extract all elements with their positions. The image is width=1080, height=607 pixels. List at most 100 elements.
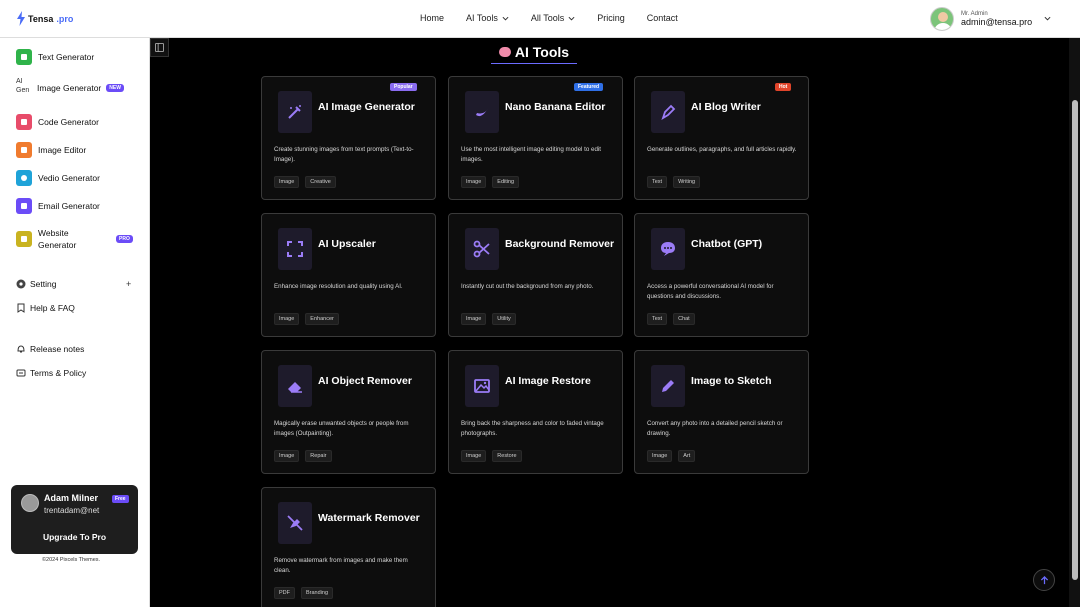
tool-card-ai-image-generator[interactable]: Popular AI Image Generator Create stunni… bbox=[261, 76, 436, 200]
sidebar-item-label: Image Generator bbox=[37, 83, 102, 93]
sidebar-item-image-generator[interactable]: AI Gen Image Generator NEW bbox=[16, 77, 124, 99]
tag: Image bbox=[461, 450, 487, 462]
upgrade-button[interactable]: Upgrade To Pro bbox=[11, 532, 138, 542]
new-badge: NEW bbox=[106, 84, 124, 92]
no-stamp-icon bbox=[278, 502, 312, 544]
nav-contact[interactable]: Contact bbox=[647, 13, 678, 23]
bolt-icon bbox=[17, 11, 25, 26]
card-title: Watermark Remover bbox=[318, 512, 420, 524]
tool-card-nano-banana-editor[interactable]: Featured Nano Banana Editor Use the most… bbox=[448, 76, 623, 200]
card-title: AI Blog Writer bbox=[691, 101, 761, 113]
nav-pricing[interactable]: Pricing bbox=[597, 13, 625, 23]
card-description: Generate outlines, paragraphs, and full … bbox=[647, 146, 797, 153]
arrow-up-icon bbox=[1040, 575, 1048, 584]
bell-icon bbox=[17, 345, 25, 353]
sidebar-item-label: Terms & Policy bbox=[30, 368, 87, 378]
website-icon bbox=[16, 231, 32, 247]
card-description: Remove watermark from images and make th… bbox=[274, 557, 408, 574]
sidebar-item-email-generator[interactable]: Email Generator bbox=[16, 198, 100, 214]
tag: Restore bbox=[492, 450, 522, 462]
tool-card-ai-object-remover[interactable]: AI Object Remover Magically erase unwant… bbox=[261, 350, 436, 474]
tag: Image bbox=[461, 313, 487, 325]
broken-image-icon: AI Gen bbox=[16, 78, 30, 94]
tag: Creative bbox=[305, 176, 336, 188]
sidebar-item-website-generator[interactable]: Website Generator PRO bbox=[16, 227, 146, 251]
sidebar-item-release-notes[interactable]: Release notes bbox=[16, 344, 84, 354]
card-title: Image to Sketch bbox=[691, 375, 772, 387]
chevron-down-icon bbox=[502, 16, 509, 21]
tool-card-ai-image-restore[interactable]: AI Image Restore Bring back the sharpnes… bbox=[448, 350, 623, 474]
nav-contact-label: Contact bbox=[646, 13, 678, 23]
tool-card-chatbot[interactable]: Chatbot (GPT) Access a powerful conversa… bbox=[634, 213, 809, 337]
sidebar-item-text-generator[interactable]: Text Generator bbox=[16, 49, 94, 65]
brand-suffix: .pro bbox=[56, 13, 74, 24]
sidebar-item-setting[interactable]: Setting bbox=[16, 279, 56, 289]
nav-all-tools-label: All Tools bbox=[530, 13, 565, 23]
tool-card-image-to-sketch[interactable]: Image to Sketch Convert any photo into a… bbox=[634, 350, 809, 474]
sidebar-item-label: Release notes bbox=[30, 344, 85, 354]
document-icon bbox=[16, 49, 32, 65]
tag: PDF bbox=[274, 587, 295, 599]
policy-icon bbox=[16, 369, 26, 377]
card-title: AI Image Restore bbox=[505, 375, 591, 387]
main-nav: Home AI Tools All Tools Pricing Contact bbox=[420, 13, 700, 23]
plan-badge: Free bbox=[112, 495, 129, 503]
sidebar-collapse-button[interactable] bbox=[150, 38, 169, 57]
chat-icon bbox=[651, 228, 685, 270]
sidebar-item-terms[interactable]: Terms & Policy bbox=[16, 368, 86, 378]
sidebar-item-label: Setting bbox=[30, 279, 57, 289]
top-bar: Tensa .pro Home AI Tools All Tools Pricin… bbox=[0, 0, 1080, 38]
scissors-icon bbox=[465, 228, 499, 270]
nav-home[interactable]: Home bbox=[420, 13, 444, 23]
tool-card-ai-upscaler[interactable]: AI Upscaler Enhance image resolution and… bbox=[261, 213, 436, 337]
card-title: AI Upscaler bbox=[318, 238, 376, 250]
sidebar-item-image-editor[interactable]: Image Editor bbox=[16, 142, 86, 158]
sidebar-item-label: Help & FAQ bbox=[30, 303, 75, 313]
tag: Image bbox=[647, 450, 673, 462]
chevron-down-icon bbox=[568, 16, 575, 21]
gear-icon bbox=[16, 279, 26, 289]
page-scrollbar[interactable] bbox=[1069, 38, 1080, 607]
sidebar-item-code-generator[interactable]: Code Generator bbox=[16, 114, 99, 130]
header-user-menu[interactable]: Mr. Admin admin@tensa.pro bbox=[930, 7, 1051, 31]
scroll-to-top-button[interactable] bbox=[1033, 569, 1055, 591]
avatar bbox=[21, 494, 39, 512]
tag: Image bbox=[274, 313, 300, 325]
tool-card-watermark-remover[interactable]: Watermark Remover Remove watermark from … bbox=[261, 487, 436, 607]
card-description: Magically erase unwanted objects or peop… bbox=[274, 420, 409, 437]
tag: Image bbox=[461, 176, 487, 188]
card-title: AI Object Remover bbox=[318, 375, 412, 387]
plus-icon[interactable]: + bbox=[126, 279, 131, 289]
tool-card-background-remover[interactable]: Background Remover Instantly cut out the… bbox=[448, 213, 623, 337]
email-icon bbox=[16, 198, 32, 214]
tag: Branding bbox=[301, 587, 334, 599]
tag: Utility bbox=[492, 313, 516, 325]
card-description: Bring back the sharpness and color to fa… bbox=[461, 420, 604, 437]
user-email: admin@tensa.pro bbox=[961, 17, 1033, 27]
pro-badge: PRO bbox=[116, 235, 133, 243]
banana-icon bbox=[465, 91, 499, 133]
card-title: AI Image Generator bbox=[318, 101, 415, 113]
pencil-icon bbox=[651, 365, 685, 407]
page-title-text: AI Tools bbox=[514, 44, 570, 60]
avatar bbox=[930, 7, 954, 31]
code-icon bbox=[16, 114, 32, 130]
scroll-thumb[interactable] bbox=[1072, 100, 1078, 580]
card-description: Enhance image resolution and quality usi… bbox=[274, 283, 403, 290]
expand-icon bbox=[278, 228, 312, 270]
tag: Editing bbox=[492, 176, 520, 188]
nav-ai-tools[interactable]: AI Tools bbox=[466, 13, 509, 23]
tag: Image bbox=[274, 176, 300, 188]
title-underline bbox=[491, 63, 577, 64]
nav-all-tools[interactable]: All Tools bbox=[531, 13, 575, 23]
tag: Writing bbox=[673, 176, 701, 188]
nav-home-label: Home bbox=[420, 13, 445, 23]
chevron-down-icon[interactable] bbox=[1044, 15, 1051, 22]
photo-icon bbox=[465, 365, 499, 407]
sidebar-item-video-generator[interactable]: Vedio Generator bbox=[16, 170, 100, 186]
tool-card-ai-blog-writer[interactable]: Hot AI Blog Writer Generate outlines, pa… bbox=[634, 76, 809, 200]
user-card: Adam Milner Free trentadam@net Upgrade T… bbox=[11, 485, 138, 554]
popular-badge: Popular bbox=[390, 83, 417, 91]
sidebar-item-help[interactable]: Help & FAQ bbox=[16, 303, 75, 313]
brand-logo[interactable]: Tensa .pro bbox=[17, 11, 73, 26]
